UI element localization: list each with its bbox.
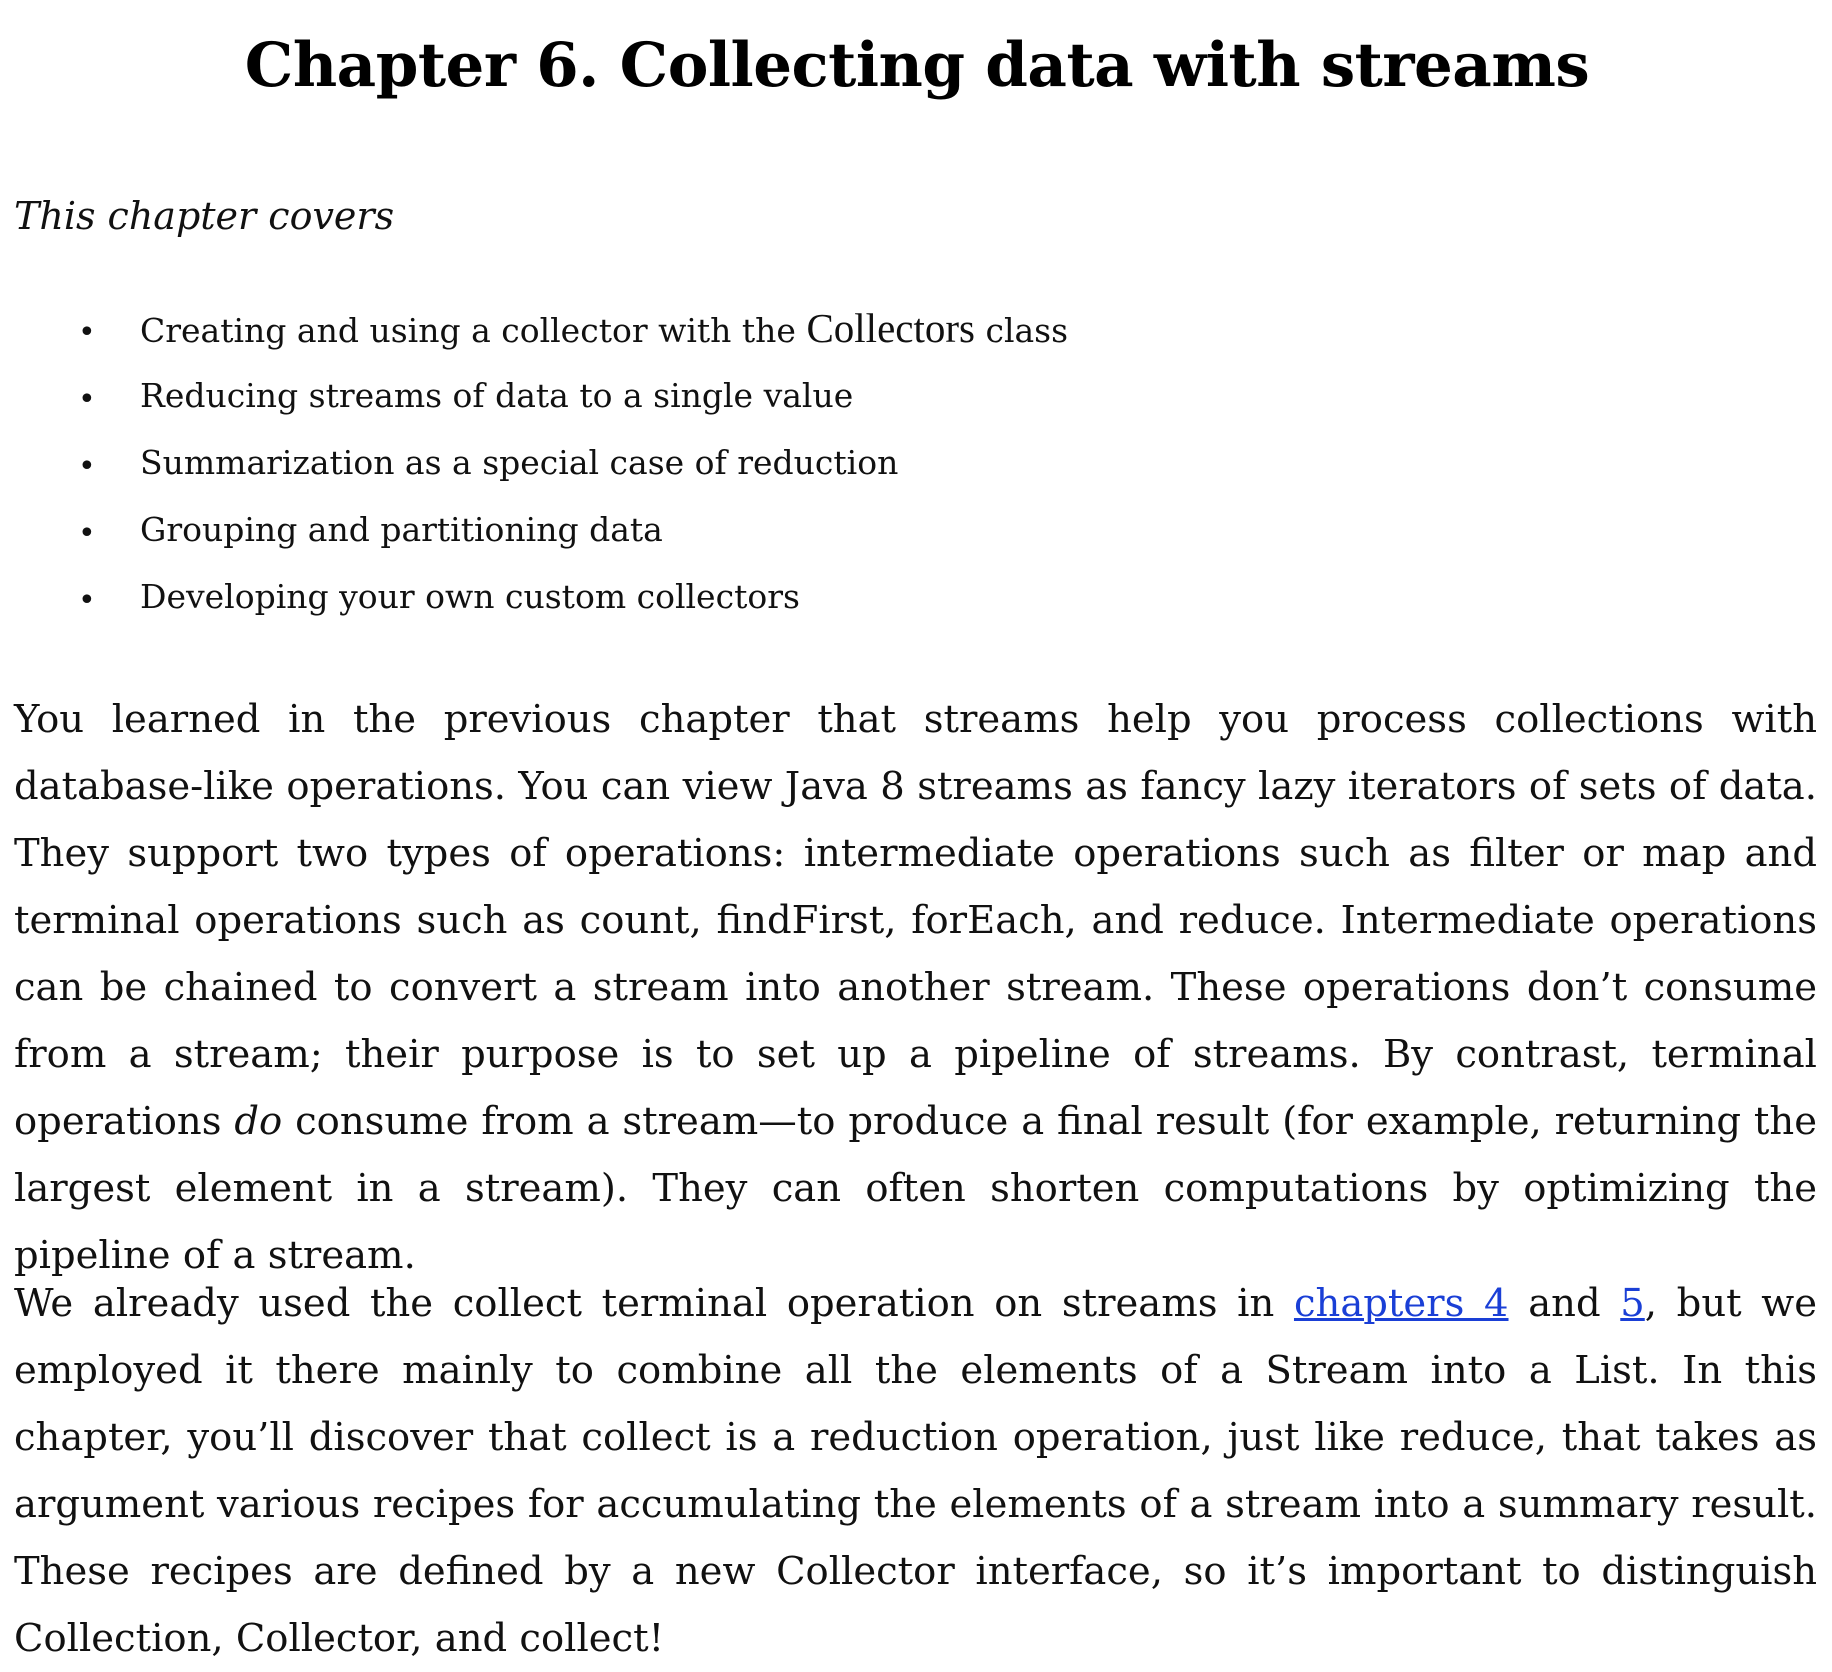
chapter-4-link[interactable]: chapters 4 <box>1294 1281 1509 1326</box>
bullet-icon: • <box>78 583 96 618</box>
collect-paragraph: We already used the collect terminal ope… <box>14 1270 1817 1672</box>
document-page: Chapter 6. Collecting data with streams … <box>0 0 1832 1661</box>
covers-heading: This chapter covers <box>14 194 395 238</box>
list-item-text: Reducing streams of data to a single val… <box>140 376 854 415</box>
list-item-text: Summarization as a special case of reduc… <box>140 443 899 482</box>
bullet-icon: • <box>78 315 96 350</box>
paragraph-text: We already used the collect terminal ope… <box>14 1281 1294 1326</box>
paragraph-text: You learned in the previous chapter that… <box>14 697 1817 1144</box>
bullet-icon: • <box>78 516 96 551</box>
list-item-text: Creating and using a collector with the … <box>140 308 1069 350</box>
intro-paragraph: You learned in the previous chapter that… <box>14 686 1817 1289</box>
list-item-text: Grouping and partitioning data <box>140 510 663 549</box>
chapter-5-link[interactable]: 5 <box>1620 1281 1645 1326</box>
collectors-class-name: Collectors <box>806 305 975 351</box>
bullet-icon: • <box>78 382 96 417</box>
paragraph-text: consume from a stream—to produce a final… <box>14 1099 1817 1278</box>
paragraph-text: , but we employed it there mainly to com… <box>14 1281 1818 1661</box>
list-item-text: Developing your own custom collectors <box>140 577 800 616</box>
list-item-text-after: class <box>974 311 1069 350</box>
emphasis-text: do <box>234 1099 283 1144</box>
bullet-icon: • <box>78 449 96 484</box>
list-item-text-before: Creating and using a collector with the <box>140 311 807 350</box>
chapter-title: Chapter 6. Collecting data with streams <box>244 30 1590 101</box>
paragraph-text: and <box>1508 1281 1621 1326</box>
